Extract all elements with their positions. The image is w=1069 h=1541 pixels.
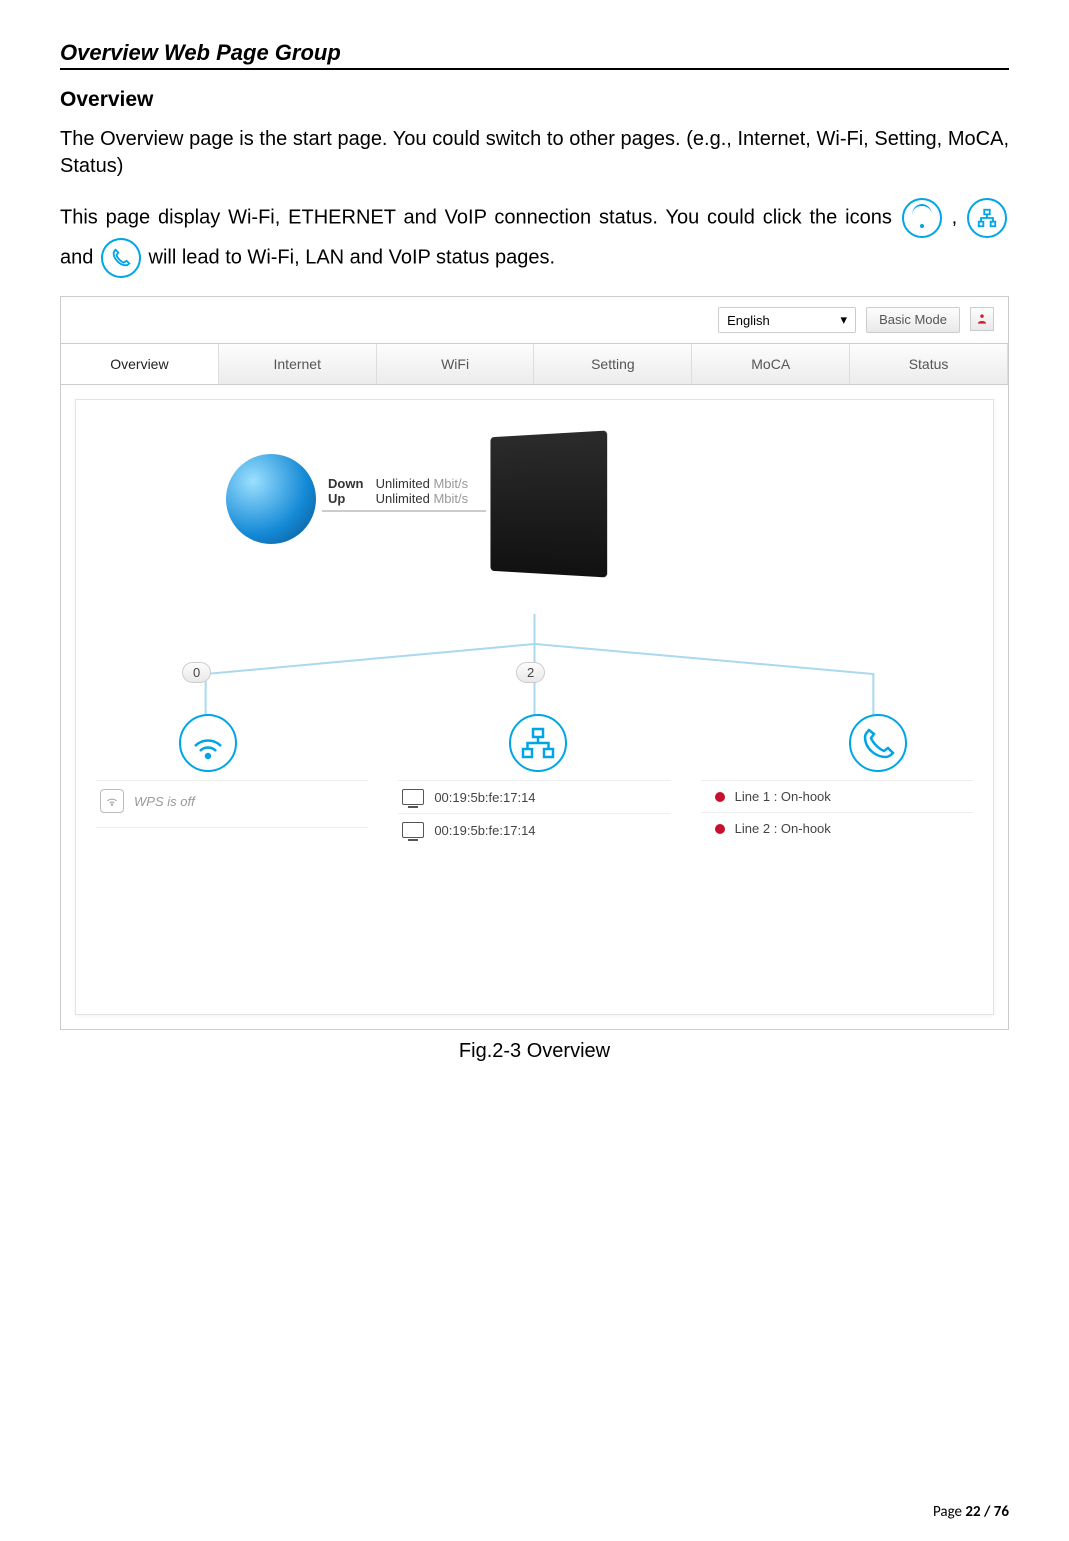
page-value: 22 / 76: [965, 1503, 1009, 1521]
tab-overview[interactable]: Overview: [61, 344, 219, 384]
subsection-heading: Overview: [60, 88, 1009, 112]
down-unit: Mbit/s: [433, 476, 468, 491]
intro-paragraph-1: The Overview page is the start page. You…: [60, 126, 1009, 180]
status-dot-icon: [715, 792, 725, 802]
wifi-status-icon[interactable]: [179, 714, 237, 772]
voip-status-icon[interactable]: [849, 714, 907, 772]
page-number: Page 22 / 76: [933, 1503, 1009, 1521]
speed-labels: Down Unlimited Mbit/s Up Unlimited Mbit/…: [328, 476, 468, 506]
language-value: English: [727, 313, 770, 328]
tab-status[interactable]: Status: [850, 344, 1008, 384]
nav-tabs: Overview Internet WiFi Setting MoCA Stat…: [61, 343, 1008, 385]
logout-icon[interactable]: [970, 307, 994, 331]
branch-lines: 0 2: [96, 614, 973, 764]
tab-moca[interactable]: MoCA: [692, 344, 850, 384]
wps-status: WPS is off: [134, 794, 195, 809]
page-prefix: Page: [933, 1503, 965, 1521]
chevron-down-icon: ▾: [841, 312, 848, 328]
tab-wifi[interactable]: WiFi: [377, 344, 535, 384]
voip-line-1: Line 1 : On-hook: [735, 789, 831, 804]
hub-area: Down Unlimited Mbit/s Up Unlimited Mbit/…: [96, 424, 973, 614]
router-image: [490, 430, 607, 577]
lan-icon: [967, 198, 1007, 238]
wifi-client-count: 0: [182, 662, 211, 683]
para2-text-b: ,: [952, 206, 965, 228]
wps-icon: [100, 789, 124, 813]
status-dot-icon: [715, 824, 725, 834]
lan-mac-1: 00:19:5b:fe:17:14: [434, 790, 535, 805]
screenshot-topbar: English ▾ Basic Mode: [61, 297, 1008, 343]
globe-line: [322, 510, 486, 512]
para2-text-a: This page display Wi-Fi, ETHERNET and Vo…: [60, 206, 900, 228]
monitor-icon: [402, 822, 424, 838]
wifi-column: WPS is off: [96, 780, 368, 846]
voip-column: Line 1 : On-hook Line 2 : On-hook: [701, 780, 973, 846]
voip-line-2: Line 2 : On-hook: [735, 821, 831, 836]
up-value: Unlimited: [376, 491, 430, 506]
down-label: Down: [328, 476, 372, 491]
down-value: Unlimited: [376, 476, 430, 491]
globe-icon: [226, 454, 316, 544]
wifi-icon: [902, 198, 942, 238]
overview-panel: Down Unlimited Mbit/s Up Unlimited Mbit/…: [75, 399, 994, 1015]
lan-column: 00:19:5b:fe:17:14 00:19:5b:fe:17:14: [398, 780, 670, 846]
status-columns: WPS is off 00:19:5b:fe:17:14 00:19:5b:fe…: [96, 780, 973, 846]
tab-setting[interactable]: Setting: [534, 344, 692, 384]
para2-text-c: and: [60, 246, 99, 268]
intro-paragraph-2: This page display Wi-Fi, ETHERNET and Vo…: [60, 198, 1009, 278]
section-heading: Overview Web Page Group: [60, 40, 1009, 70]
tab-internet[interactable]: Internet: [219, 344, 377, 384]
phone-icon: [101, 238, 141, 278]
para2-text-d: will lead to Wi-Fi, LAN and VoIP status …: [149, 246, 556, 268]
lan-client-count: 2: [516, 662, 545, 683]
up-label: Up: [328, 491, 372, 506]
lan-mac-2: 00:19:5b:fe:17:14: [434, 823, 535, 838]
figure-caption: Fig.2-3 Overview: [60, 1040, 1009, 1063]
mode-button[interactable]: Basic Mode: [866, 307, 960, 333]
language-select[interactable]: English ▾: [718, 307, 856, 333]
overview-screenshot: English ▾ Basic Mode Overview Internet W…: [60, 296, 1009, 1030]
up-unit: Mbit/s: [433, 491, 468, 506]
lan-status-icon[interactable]: [509, 714, 567, 772]
monitor-icon: [402, 789, 424, 805]
